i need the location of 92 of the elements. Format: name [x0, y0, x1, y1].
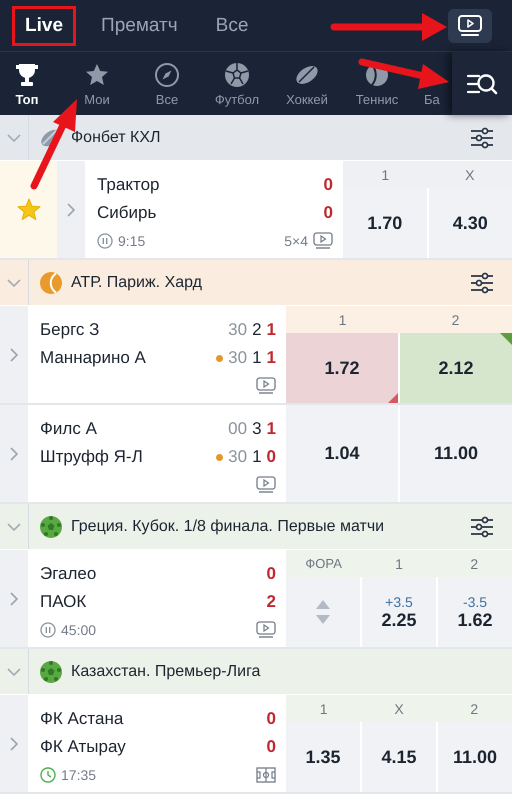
- score: 0: [266, 737, 276, 757]
- score: 0: [266, 709, 276, 729]
- tv-button[interactable]: [448, 8, 492, 42]
- tv-icon[interactable]: [256, 377, 276, 395]
- sport-tab[interactable]: Мои: [70, 52, 124, 115]
- sport-tab[interactable]: Ба: [424, 52, 440, 115]
- odds-button[interactable]: +3.5 2.25: [362, 577, 436, 647]
- league-title: Греция. Кубок. 1/8 финала. Первые матчи: [71, 518, 386, 536]
- odds-column-header: 1: [338, 312, 348, 328]
- filter-search-button[interactable]: [452, 52, 512, 115]
- odds-column-header: 1: [318, 700, 329, 716]
- odds-button[interactable]: 1.70: [343, 188, 426, 258]
- odds-column-header: 1: [394, 556, 404, 572]
- settings-sliders-icon[interactable]: [470, 514, 494, 538]
- odds-button[interactable]: 11.00: [438, 722, 512, 792]
- score: 1: [266, 419, 276, 439]
- match-time: 45:00: [61, 622, 96, 638]
- score: 0: [266, 564, 276, 584]
- ball-icon: [223, 60, 251, 88]
- power-play-label: 5×4: [284, 233, 308, 249]
- top-tab[interactable]: Все: [202, 6, 262, 46]
- odds-button[interactable]: 1.35: [286, 722, 360, 792]
- tv-icon[interactable]: [313, 232, 333, 250]
- odds-button[interactable]: 1.72: [286, 333, 398, 403]
- chevron-right-icon[interactable]: [9, 446, 19, 462]
- sport-tab[interactable]: Все: [140, 52, 194, 115]
- sport-tab[interactable]: Теннис: [350, 52, 404, 115]
- odds-column-header: 2: [469, 556, 480, 572]
- odds-button[interactable]: 1.04: [286, 405, 398, 502]
- odds-column-header: 2: [450, 312, 460, 328]
- settings-sliders-icon[interactable]: [470, 126, 494, 150]
- score: 30: [228, 348, 248, 368]
- odds-button[interactable]: 4.30: [428, 188, 512, 258]
- chevron-icon[interactable]: [6, 132, 22, 142]
- chevron-right-icon[interactable]: [9, 736, 19, 752]
- up-down-arrows-icon: [313, 598, 333, 626]
- odds-column-header: 2: [469, 700, 480, 716]
- chevron-right-icon[interactable]: [66, 202, 76, 218]
- score: 00: [228, 419, 248, 439]
- team-name: Филс А: [40, 419, 98, 439]
- team-name: Штруфф Я-Л: [40, 447, 144, 467]
- odds-column-header: X: [393, 700, 405, 716]
- team-name: Маннарино А: [40, 348, 147, 368]
- top-tab[interactable]: Прематч: [88, 6, 191, 46]
- tv-icon: [457, 14, 483, 38]
- settings-sliders-icon[interactable]: [470, 270, 494, 294]
- compass-icon: [153, 60, 181, 88]
- score: 0: [324, 175, 333, 195]
- team-name: Трактор: [97, 175, 160, 195]
- team-name: Эгалео: [40, 564, 98, 584]
- score: 1: [266, 320, 276, 340]
- league-title: Казахстан. Премьер-Лига: [71, 662, 262, 680]
- score: 2: [252, 320, 262, 340]
- chevron-right-icon[interactable]: [9, 346, 19, 362]
- team-name: ФК Атырау: [40, 737, 127, 757]
- team-name: Сибирь: [97, 203, 158, 223]
- score: 1: [252, 447, 262, 467]
- team-name: ПАОК: [40, 592, 88, 612]
- field-icon[interactable]: [256, 767, 276, 783]
- team-name: Бергс З: [40, 320, 100, 340]
- tv-icon[interactable]: [256, 476, 276, 494]
- score: 2: [266, 592, 276, 612]
- score: 0: [324, 203, 333, 223]
- sport-tab[interactable]: Футбол: [210, 52, 264, 115]
- chevron-right-icon[interactable]: [9, 590, 19, 606]
- match-time: 9:15: [118, 233, 146, 249]
- score: 3: [252, 419, 262, 439]
- team-name: ФК Астана: [40, 709, 124, 729]
- odds-button[interactable]: 2.12: [400, 333, 512, 403]
- score: 30: [228, 447, 248, 467]
- handicap-stepper[interactable]: [286, 577, 360, 647]
- odds-column-header: ФОРА: [304, 556, 343, 571]
- odds-button[interactable]: -3.5 1.62: [438, 577, 512, 647]
- top-tab[interactable]: Live: [12, 6, 76, 46]
- chevron-icon[interactable]: [6, 522, 22, 532]
- match-time: 17:35: [61, 767, 96, 783]
- odds-column-header: 1: [380, 166, 390, 182]
- sport-tab[interactable]: Хоккей: [280, 52, 334, 115]
- chevron-icon[interactable]: [6, 278, 22, 288]
- favorite-star-icon[interactable]: [16, 196, 42, 222]
- odds-button[interactable]: 11.00: [400, 405, 512, 502]
- score: 30: [228, 320, 248, 340]
- chevron-icon[interactable]: [6, 666, 22, 676]
- tv-icon[interactable]: [256, 621, 276, 639]
- score: 0: [266, 447, 276, 467]
- league-title: Фонбет КХЛ: [71, 128, 162, 146]
- odds-column-header: X: [464, 166, 476, 182]
- score: 1: [252, 348, 262, 368]
- sport-tab[interactable]: Топ: [0, 52, 54, 115]
- score: 1: [266, 348, 276, 368]
- odds-button[interactable]: 4.15: [362, 722, 436, 792]
- league-title: АТР. Париж. Хард: [71, 274, 203, 292]
